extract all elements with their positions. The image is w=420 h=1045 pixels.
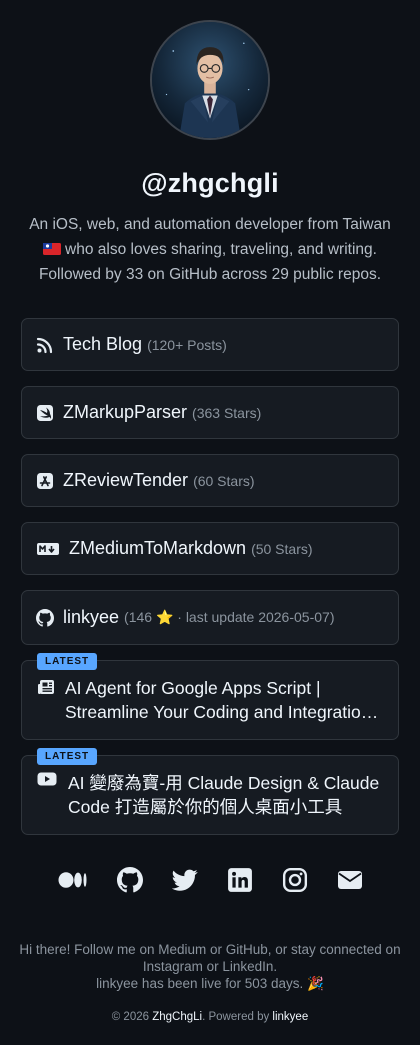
newspaper-icon xyxy=(37,678,55,696)
latest-title: AI Agent for Google Apps Script | Stream… xyxy=(65,678,371,722)
author-link[interactable]: ZhgChgLi xyxy=(152,1011,202,1023)
swift-icon xyxy=(36,404,54,422)
github-icon xyxy=(36,608,54,627)
link-linkyee[interactable]: linkyee (146 ⭐ · last update 2026-05-07) xyxy=(21,590,399,645)
profile-page: @zhgchgli An iOS, web, and automation de… xyxy=(0,0,420,1045)
link-zmediumtomarkdown[interactable]: ZMediumToMarkdown (50 Stars) xyxy=(21,522,399,575)
social-links xyxy=(0,867,420,893)
email-icon[interactable] xyxy=(337,867,363,893)
link-zreviewtender[interactable]: ZReviewTender (60 Stars) xyxy=(21,454,399,507)
footer-message: Hi there! Follow me on Medium or GitHub,… xyxy=(19,942,401,974)
youtube-icon xyxy=(37,770,57,788)
medium-icon[interactable] xyxy=(58,867,88,893)
link-title: ZReviewTender xyxy=(63,470,189,490)
linkedin-icon[interactable] xyxy=(227,867,253,893)
latest-badge: LATEST xyxy=(37,748,98,765)
link-meta: (60 Stars) xyxy=(193,472,255,489)
latest-video-card[interactable]: LATEST AI 變廢為寶-用 Claude Design & Claude … xyxy=(21,748,399,835)
link-title: ZMediumToMarkdown xyxy=(69,538,247,558)
latest-title: AI 變廢為寶-用 Claude Design & Claude Code 打造… xyxy=(68,773,380,817)
markdown-icon xyxy=(36,540,60,558)
avatar xyxy=(150,20,270,140)
copyright: © 2026 ZhgChgLi. Powered by linkyee xyxy=(111,1011,309,1023)
link-zmarkupparser[interactable]: ZMarkupParser (363 Stars) xyxy=(21,386,399,439)
link-tech-blog[interactable]: Tech Blog (120+ Posts) xyxy=(21,318,399,371)
link-meta: (50 Stars) xyxy=(251,540,313,557)
latest-post-card[interactable]: LATEST AI Agent for Google Apps Script |… xyxy=(21,653,399,740)
github-icon[interactable] xyxy=(116,867,143,893)
taiwan-flag-icon xyxy=(43,243,62,255)
link-title: ZMarkupParser xyxy=(63,402,188,422)
latest-badge: LATEST xyxy=(37,653,98,670)
link-meta: (146 ⭐ · last update 2026-05-07) xyxy=(124,609,335,625)
link-title: Tech Blog xyxy=(63,334,143,354)
profile-bio: An iOS, web, and automation developer fr… xyxy=(20,212,400,287)
bio-line: An iOS, web, and automation developer fr… xyxy=(29,216,391,233)
link-meta: (120+ Posts) xyxy=(147,336,227,353)
link-title: linkyee xyxy=(63,607,120,627)
link-meta: (363 Stars) xyxy=(192,404,262,421)
rss-icon xyxy=(36,336,54,354)
footer-live-days: linkyee has been live for 503 days. 🎉 xyxy=(96,976,324,991)
profile-handle: @zhgchgli xyxy=(141,168,279,198)
app-store-icon xyxy=(36,472,54,490)
instagram-icon[interactable] xyxy=(282,867,308,893)
twitter-icon[interactable] xyxy=(171,867,198,893)
powered-by-link[interactable]: linkyee xyxy=(272,1011,308,1023)
bio-line: Followed by 33 on GitHub across 29 publi… xyxy=(38,266,382,283)
bio-line: who also loves sharing, traveling, and w… xyxy=(20,237,400,262)
